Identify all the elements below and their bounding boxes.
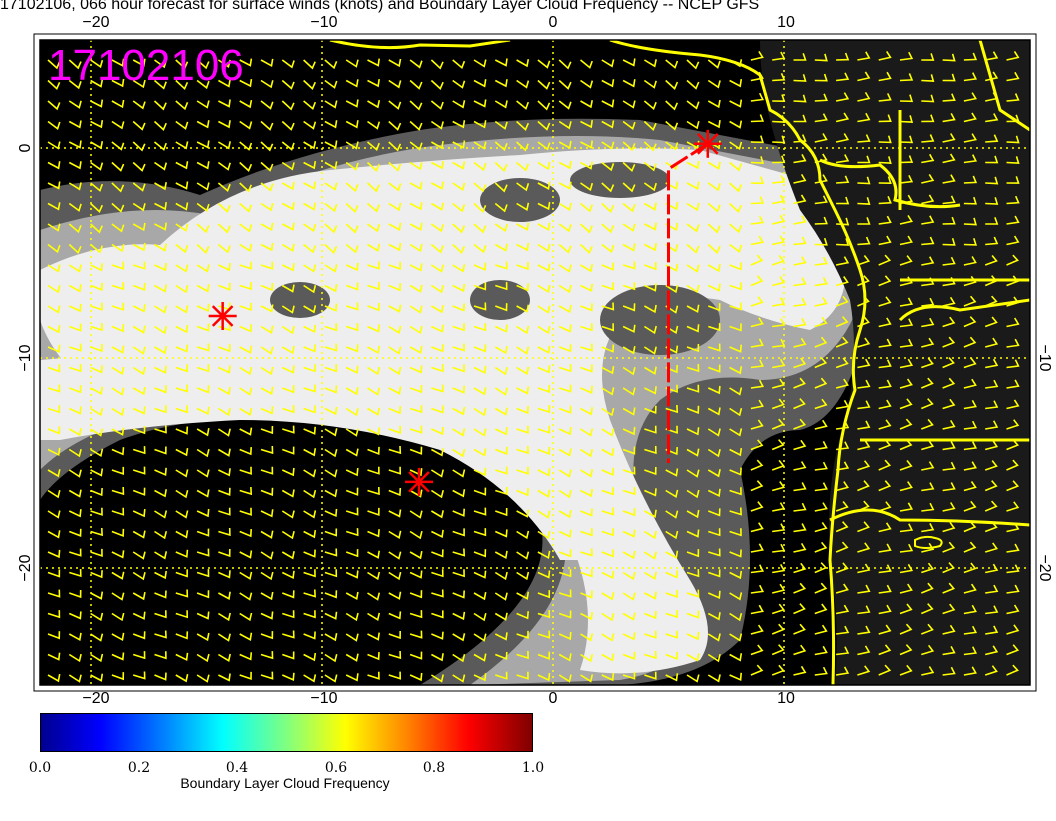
colorbar	[40, 713, 533, 752]
lat-left-tick-2: −10	[17, 344, 34, 371]
colorbar-tick-5: 1.0	[521, 760, 545, 776]
colorbar-tick-0: 0.0	[28, 760, 52, 776]
colorbar-tick-2: 0.4	[225, 760, 249, 776]
marker-south	[405, 467, 434, 496]
lon-top-tick-1: −20	[82, 14, 109, 31]
lon-top-tick-3: 0	[549, 14, 558, 31]
colorbar-label: Boundary Layer Cloud Frequency	[180, 775, 390, 791]
date-stamp: 17102106	[48, 41, 244, 90]
lon-top-tick-4: 10	[777, 14, 795, 31]
colorbar-tick-3: 0.6	[324, 760, 348, 776]
lat-left-tick-1: 0	[17, 143, 34, 152]
lon-bottom-tick-4: 10	[777, 690, 795, 707]
lon-bottom-tick-3: 0	[549, 690, 558, 707]
lon-top-tick-2: −10	[310, 14, 337, 31]
colorbar-tick-1: 0.2	[127, 760, 151, 776]
marker-west	[208, 302, 237, 330]
map-canvas: 17102106 −20 −10 0 10 −20 −10 0 10 0 −10…	[17, 14, 1053, 707]
marker-north	[693, 129, 722, 158]
lon-bottom-tick-1: −20	[82, 690, 109, 707]
lat-right-tick-2: −20	[1036, 554, 1053, 581]
colorbar-tick-4: 0.8	[422, 760, 446, 776]
lat-right-tick-1: −10	[1036, 344, 1053, 371]
lat-left-tick-3: −20	[17, 554, 34, 581]
map-panel: 17102106 −20 −10 0 10 −20 −10 0 10 0 −10…	[0, 0, 1056, 816]
lon-bottom-tick-2: −10	[310, 690, 337, 707]
